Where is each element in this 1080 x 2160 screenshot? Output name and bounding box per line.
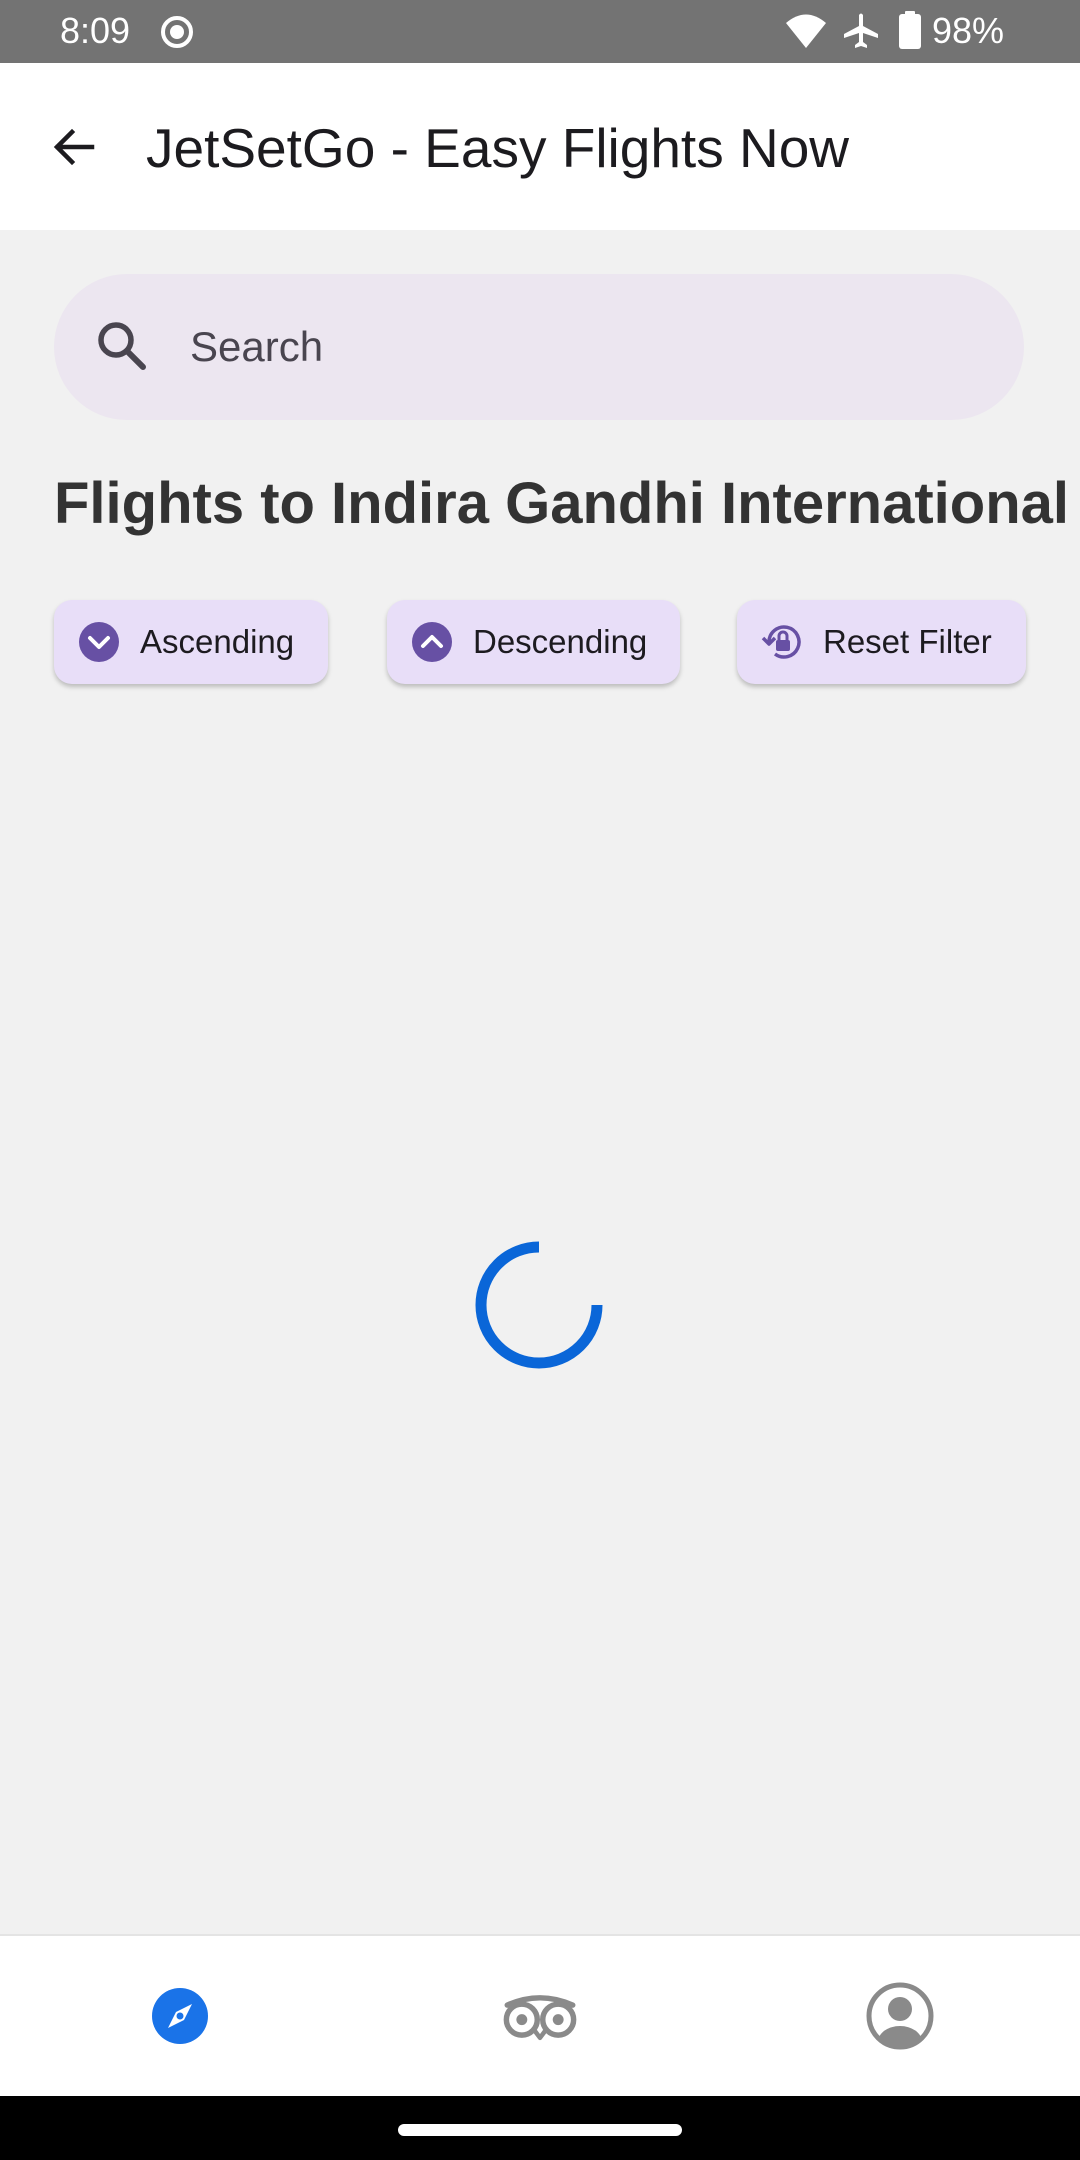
descending-label: Descending [473, 623, 648, 660]
status-bar: 8:09 98% [0, 0, 1080, 63]
bottom-navigation [0, 1934, 1080, 2096]
screen-record-icon [161, 16, 193, 48]
app-title: JetSetGo - Easy Flights Now [146, 117, 850, 179]
loading-spinner-icon [475, 1241, 603, 1369]
airplane-mode-icon [844, 13, 878, 48]
chevron-down-circle-icon [79, 622, 119, 662]
nav-trips[interactable] [500, 1976, 580, 2056]
page-title: Flights to Indira Gandhi International [54, 471, 1069, 536]
reset-filter-button[interactable]: Reset Filter [737, 600, 1026, 684]
ascending-label: Ascending [140, 623, 295, 660]
lock-reset-icon [761, 625, 801, 659]
app-bar: JetSetGo - Easy Flights Now [0, 63, 1080, 230]
battery-icon [899, 11, 921, 49]
reset-filter-label: Reset Filter [823, 623, 992, 660]
nav-explore[interactable] [140, 1976, 220, 2056]
back-button[interactable] [44, 117, 104, 177]
arrow-back-icon [53, 128, 95, 166]
battery-percentage: 98% [932, 10, 1005, 51]
chevron-up-circle-icon [412, 622, 452, 662]
tripadvisor-owl-icon [503, 1995, 577, 2041]
home-indicator[interactable] [398, 2124, 682, 2136]
search-icon[interactable] [94, 318, 150, 374]
system-navigation-bar [0, 2096, 1080, 2160]
search-input[interactable] [190, 310, 970, 384]
status-time: 8:09 [60, 10, 131, 51]
ascending-filter-button[interactable]: Ascending [54, 600, 328, 684]
wifi-icon [786, 14, 826, 48]
nav-profile[interactable] [860, 1976, 940, 2056]
explore-compass-icon [152, 1988, 208, 2044]
profile-icon [866, 1982, 934, 2050]
descending-filter-button[interactable]: Descending [387, 600, 680, 684]
